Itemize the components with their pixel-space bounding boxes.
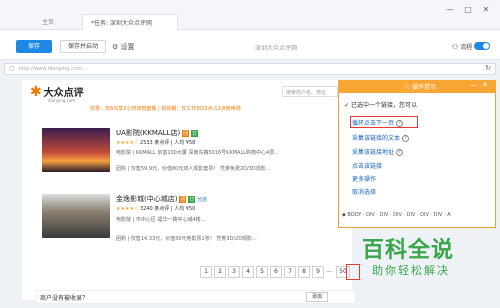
tab-task[interactable]: *任务: 深圳大众点评网 — [82, 14, 178, 30]
op-click-link[interactable]: 点击该链接 — [352, 161, 382, 170]
watermark-subtitle: 助你轻松解决 — [372, 264, 450, 277]
page-icon: ▢ — [9, 65, 15, 72]
listing-name[interactable]: 金逸影城(中心城店) — [116, 195, 177, 203]
listing-deal[interactable]: 团购 | 仅售14.33元，价值30元电影票1张！ 凭券3D/2D观影... — [116, 235, 336, 242]
listing-thumbnail[interactable] — [42, 194, 110, 238]
listing-title-row: UA影院(KKMALL店) 团 订 — [116, 128, 199, 138]
collapse-icon[interactable]: — — [470, 81, 477, 89]
panel-header-title: ⓘ 操作提示 — [404, 84, 436, 91]
url-text: http://www.dianping.com... — [19, 66, 87, 72]
star-rating-icon: ★★★★☆ — [116, 140, 139, 146]
listing-name[interactable]: UA影院(KKMALL店) — [116, 129, 180, 137]
page-link[interactable]: 3 — [228, 266, 240, 278]
branch-link[interactable]: 分店 — [197, 197, 207, 203]
help-icon[interactable]: ? — [396, 149, 404, 156]
op-extract-text[interactable]: 采集该链接的文本? — [352, 133, 410, 142]
listing-deal[interactable]: 团购 | 仅售59.9元，价值80元双人观影套票！ 凭券免费2D/3D观影... — [116, 165, 336, 172]
footer-add-button[interactable]: 添加 — [306, 292, 328, 302]
page-link[interactable]: 8 — [298, 266, 310, 278]
op-more[interactable]: 更多操作 — [352, 174, 376, 183]
watermark-title: 百科全说 — [362, 238, 455, 263]
page-link[interactable]: 2 — [214, 266, 226, 278]
page-link[interactable]: 6 — [270, 266, 282, 278]
listing-title-row: 金逸影城(中心城店) 团 订 分店 — [116, 194, 207, 204]
flow-icon: ⚇ — [452, 43, 459, 51]
group-badge: 团 — [179, 196, 187, 203]
gear-icon: ⚙ — [112, 43, 119, 51]
book-badge: 订 — [191, 130, 199, 137]
task-title: 深圳大众点评网 — [254, 45, 297, 52]
group-badge: 团 — [182, 130, 190, 137]
flow-toggle[interactable] — [474, 42, 490, 50]
help-icon[interactable]: ? — [396, 120, 404, 127]
footer-prompt: 商户没有被收录？ — [40, 295, 89, 302]
dom-breadcrumb[interactable]: ◆ BODY · DIV · DIV · DIV · DIV · DIV · D… — [342, 212, 492, 218]
page-link[interactable]: 1 — [200, 266, 212, 278]
listing-stats: ★★★★☆ 3240 条点评 | 人均 ¥50 — [116, 206, 196, 212]
listing-thumbnail[interactable] — [42, 128, 110, 172]
op-loop-click-next[interactable]: 循环点击下一页? — [352, 118, 404, 127]
listing-meta: 电影院 | KKMALL 京基100大厦 深南东路5016号KKMALL购物中心… — [116, 150, 279, 156]
settings-label: 设置 — [120, 43, 135, 51]
next-page-highlight[interactable] — [346, 264, 360, 280]
page-link[interactable]: 7 — [284, 266, 296, 278]
tab-home[interactable]: 主页 — [34, 14, 62, 30]
top-promo: 优惠：仅6元享2小时双倍套餐 | 有效期：仅工作日10点-12点使用场 — [90, 106, 241, 112]
page-link[interactable]: 5 — [256, 266, 268, 278]
panel-close-icon[interactable]: ✕ — [482, 81, 488, 89]
panel-header: ⓘ 操作提示 — ✕ — [338, 80, 496, 93]
help-icon[interactable]: ? — [402, 135, 410, 142]
save-button[interactable]: 保存 — [16, 40, 52, 53]
check-icon: ✔ — [344, 102, 350, 109]
reload-icon[interactable]: ↻ — [485, 64, 491, 72]
title-bar — [0, 0, 500, 30]
save-and-start-button[interactable]: 保存并启动 — [60, 40, 106, 53]
star-rating-icon: ★★★★☆ — [116, 206, 139, 212]
flow-toggle-label: ⚇ 流程 — [452, 43, 473, 51]
page-link[interactable]: 9 — [312, 266, 324, 278]
listing-stats: ★★★★☆ 2533 条点评 | 人均 ¥58 — [116, 140, 196, 146]
page-link[interactable]: 4 — [242, 266, 254, 278]
info-icon: ⓘ — [404, 84, 411, 91]
listing-meta: 电影院 | 市中心区 福华一路中心城4楼... — [116, 217, 206, 223]
logo-url: dianping.com — [48, 98, 76, 103]
site-search-input[interactable]: 搜索商户名、地址 — [282, 86, 338, 97]
selection-status: ✔ 已选中一个链接，您可以 — [344, 102, 417, 109]
address-bar[interactable]: ▢ http://www.dianping.com... ↻ — [4, 63, 496, 75]
book-badge: 订 — [188, 196, 196, 203]
maximize-button[interactable]: □ — [462, 4, 474, 16]
close-button[interactable]: ✕ — [480, 4, 492, 16]
settings-button[interactable]: ⚙ 设置 — [112, 42, 135, 52]
op-extract-url[interactable]: 采集该链接地址? — [352, 147, 404, 156]
minimize-button[interactable]: — — [444, 4, 456, 16]
op-cancel-selection[interactable]: 取消选择 — [352, 187, 376, 196]
logo-icon: ✱ — [30, 84, 42, 100]
page-ellipsis: ... — [326, 267, 332, 274]
